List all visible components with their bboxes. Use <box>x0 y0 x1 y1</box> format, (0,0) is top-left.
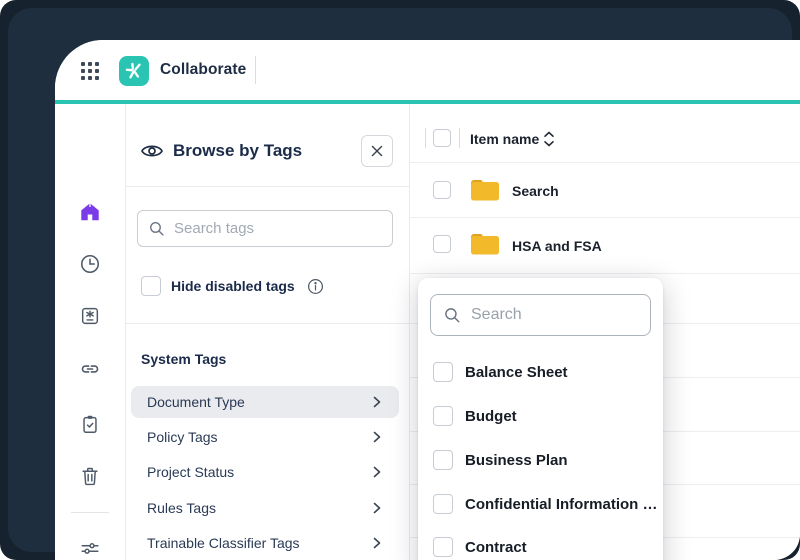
tag-category-label: Policy Tags <box>147 429 369 445</box>
option-label: Contract <box>465 539 527 556</box>
panel-divider <box>126 323 409 324</box>
header-divider <box>255 56 256 84</box>
sidebar-divider <box>71 512 109 513</box>
panel-title: Browse by Tags <box>173 141 302 161</box>
recents-clock-icon[interactable] <box>79 253 101 275</box>
column-header-item-name: Item name <box>470 131 539 147</box>
browse-by-tags-panel: Browse by Tags Hide disabled tags System… <box>125 104 410 560</box>
app-launcher-grid-icon[interactable] <box>79 60 101 82</box>
tag-category-label: Trainable Classifier Tags <box>147 535 369 551</box>
shared-link-icon[interactable] <box>79 358 101 380</box>
tag-option-contract[interactable]: Contract <box>433 536 527 558</box>
tag-category-label: Rules Tags <box>147 500 369 516</box>
filter-sliders-icon[interactable] <box>79 537 101 559</box>
hide-disabled-tags-row: Hide disabled tags <box>141 276 324 296</box>
row-divider <box>410 273 800 274</box>
option-label: Balance Sheet <box>465 364 568 381</box>
option-checkbox[interactable] <box>433 494 453 514</box>
tag-option-business-plan[interactable]: Business Plan <box>433 449 568 471</box>
chevron-right-icon <box>369 535 385 551</box>
tag-option-budget[interactable]: Budget <box>433 405 517 427</box>
option-label: Confidential Information … <box>465 496 658 513</box>
chevron-right-icon <box>369 394 385 410</box>
tag-category-project-status[interactable]: Project Status <box>131 456 399 488</box>
home-icon[interactable] <box>79 201 101 223</box>
file-name[interactable]: HSA and FSA <box>512 238 602 254</box>
product-name: Collaborate <box>160 40 246 100</box>
popover-search-input[interactable] <box>471 306 631 324</box>
app-window: Collaborate <box>55 40 800 560</box>
row-checkbox[interactable] <box>433 181 451 199</box>
search-icon <box>443 306 461 324</box>
tag-category-trainable-classifier-tags[interactable]: Trainable Classifier Tags <box>131 527 399 559</box>
close-panel-button[interactable] <box>361 135 393 167</box>
file-name[interactable]: Search <box>512 183 559 199</box>
system-tags-heading: System Tags <box>141 351 226 367</box>
sort-icon[interactable] <box>540 127 558 151</box>
hide-disabled-checkbox[interactable] <box>141 276 161 296</box>
chevron-right-icon <box>369 464 385 480</box>
top-bar: Collaborate <box>55 40 800 100</box>
row-divider <box>410 217 800 218</box>
tag-category-document-type[interactable]: Document Type <box>131 386 399 418</box>
eye-icon <box>140 140 164 162</box>
option-checkbox[interactable] <box>433 362 453 382</box>
tag-category-label: Document Type <box>147 394 369 410</box>
option-checkbox[interactable] <box>433 450 453 470</box>
collaborate-logo-icon <box>119 56 149 86</box>
folder-icon <box>469 176 501 202</box>
folder-icon <box>469 230 501 256</box>
workspaces-icon[interactable] <box>79 305 101 327</box>
tag-search-field[interactable] <box>137 210 393 247</box>
option-checkbox[interactable] <box>433 406 453 426</box>
select-all-checkbox[interactable] <box>433 129 451 147</box>
option-label: Business Plan <box>465 452 568 469</box>
tasks-clipboard-icon[interactable] <box>79 413 101 435</box>
row-checkbox[interactable] <box>433 235 451 253</box>
trash-icon[interactable] <box>79 465 101 487</box>
tag-option-confidential-information[interactable]: Confidential Information … <box>433 493 658 515</box>
chevron-right-icon <box>369 500 385 516</box>
popover-search-field[interactable] <box>430 294 651 336</box>
hide-disabled-label: Hide disabled tags <box>171 278 295 294</box>
search-icon <box>148 220 165 237</box>
option-label: Budget <box>465 408 517 425</box>
panel-divider <box>126 186 409 187</box>
tag-category-policy-tags[interactable]: Policy Tags <box>131 421 399 453</box>
chevron-right-icon <box>369 429 385 445</box>
close-icon <box>369 143 385 159</box>
sidebar-nav <box>55 104 125 560</box>
info-icon[interactable] <box>307 278 324 295</box>
tag-category-rules-tags[interactable]: Rules Tags <box>131 492 399 524</box>
tag-filter-popover: Balance Sheet Budget Business Plan Confi… <box>418 278 663 560</box>
tag-search-input[interactable] <box>174 220 374 237</box>
header-column-divider <box>459 128 460 148</box>
tag-category-label: Project Status <box>147 464 369 480</box>
option-checkbox[interactable] <box>433 537 453 557</box>
marketing-background: Collaborate <box>0 0 800 560</box>
tag-option-balance-sheet[interactable]: Balance Sheet <box>433 361 568 383</box>
row-divider <box>410 162 800 163</box>
header-column-divider <box>425 128 426 148</box>
